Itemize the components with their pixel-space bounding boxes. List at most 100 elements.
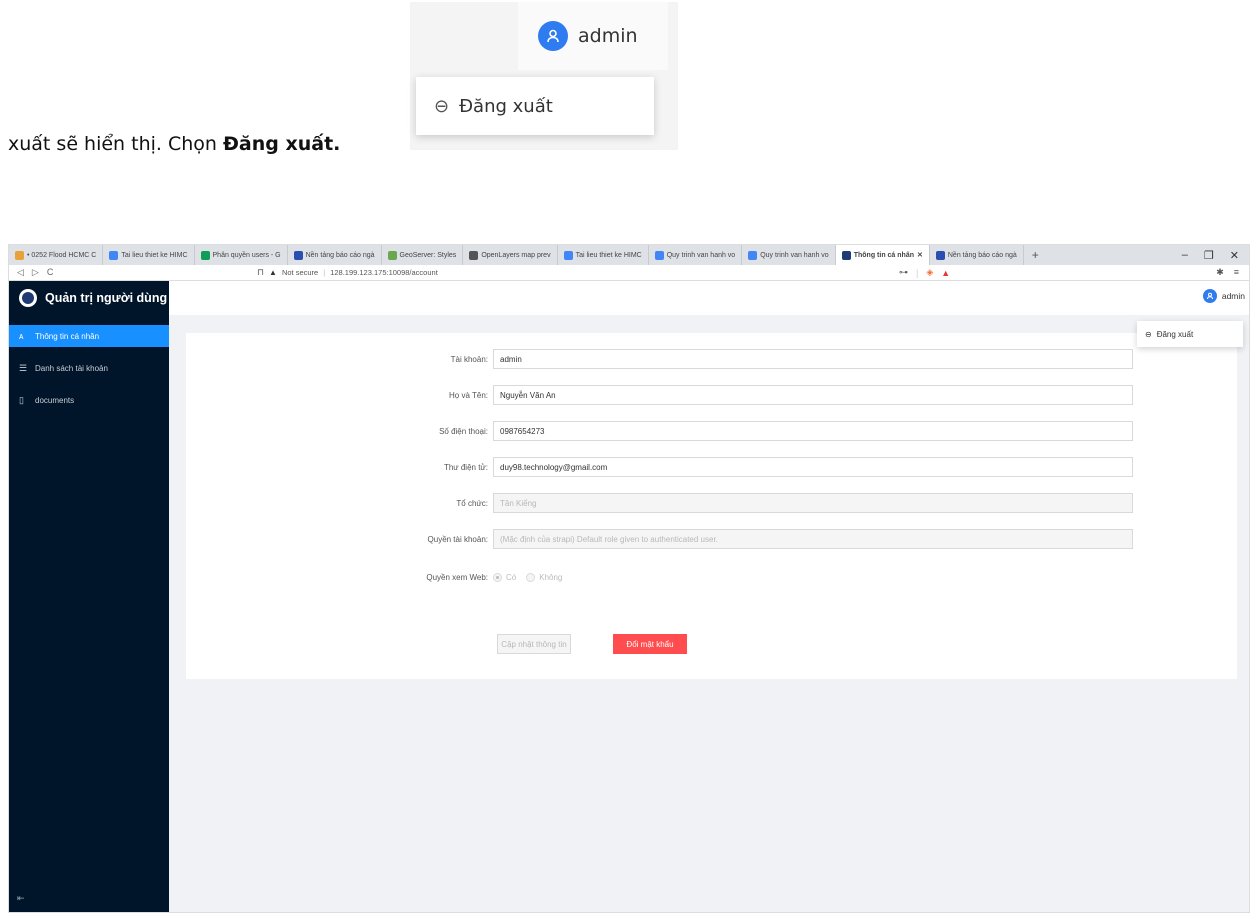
- close-window-icon[interactable]: ✕: [1230, 249, 1239, 262]
- tab-close-icon[interactable]: ✕: [917, 251, 923, 259]
- url-divider: |: [323, 268, 326, 277]
- file-icon: ▯: [19, 394, 24, 405]
- browser-tab[interactable]: GeoServer: Styles: [382, 245, 464, 265]
- browser-tab[interactable]: Tai lieu thiet ke HIMC: [558, 245, 649, 265]
- tab-favicon-icon: [469, 250, 479, 260]
- security-label: Not secure: [281, 268, 319, 277]
- browser-tools: ✱ ≡: [1216, 267, 1239, 278]
- back-icon[interactable]: ◁: [17, 267, 24, 278]
- tab-label: OpenLayers map prev: [481, 251, 551, 259]
- browser-tab[interactable]: Quy trinh van hanh vo: [742, 245, 836, 265]
- extensions-icon[interactable]: ✱: [1216, 267, 1224, 278]
- inset-user-menu[interactable]: admin: [518, 2, 668, 70]
- list-icon: ☰: [19, 362, 28, 373]
- key-icon[interactable]: ⊶: [899, 267, 908, 278]
- browser-tab[interactable]: Phân quyền users - G: [195, 245, 288, 265]
- browser-tab[interactable]: Nền tảng báo cáo ngà: [930, 245, 1024, 265]
- tab-favicon-icon: [109, 250, 119, 260]
- browser-tab[interactable]: Nền tảng báo cáo ngà: [288, 245, 382, 265]
- bookmark-icon[interactable]: ⊓: [257, 267, 264, 278]
- tab-label: Phân quyền users - G: [212, 251, 281, 259]
- account-field[interactable]: admin: [493, 349, 1133, 369]
- zoom-inset: admin ⊖ Đăng xuất: [410, 2, 678, 150]
- logo-icon: [19, 289, 37, 307]
- sidebar: Quản trị người dùng ᴀ Thông tin cá nhân ☰ D…: [9, 281, 169, 912]
- tab-label: Tai lieu thiet ke HIMC: [121, 251, 188, 259]
- user-icon: ᴀ: [19, 331, 24, 341]
- reload-icon[interactable]: C: [47, 267, 54, 278]
- phone-field[interactable]: 0987654273: [493, 421, 1133, 441]
- sidebar-item[interactable]: ᴀ Thông tin cá nhân: [9, 325, 169, 347]
- tab-label: Thông tin cá nhân: [853, 251, 914, 259]
- browser-tab[interactable]: OpenLayers map prev: [463, 245, 558, 265]
- collapse-icon[interactable]: ⇤: [17, 893, 25, 904]
- brave-rewards-icon[interactable]: ▲: [941, 268, 950, 278]
- app-root: Quản trị người dùng ᴀ Thông tin cá nhân ☰ D…: [9, 281, 1249, 912]
- name-row: Họ và Tên: Nguyễn Văn An: [186, 385, 1133, 405]
- sidebar-item[interactable]: ▯ documents: [9, 389, 169, 411]
- tab-favicon-icon: [935, 250, 945, 260]
- header-username: admin: [1221, 291, 1245, 301]
- tab-label: Quy trinh van hanh vo: [760, 251, 829, 259]
- browser-tab[interactable]: Tai lieu thiet ke HIMC: [103, 245, 195, 265]
- change-password-button[interactable]: Đổi mật khẩu: [613, 634, 687, 654]
- email-row: Thư điện tử: duy98.technology@gmail.com: [186, 457, 1133, 477]
- tab-label: GeoServer: Styles: [399, 251, 457, 259]
- sidebar-item[interactable]: ☰ Danh sách tài khoản: [9, 357, 169, 379]
- tab-label: • 0252 Flood HCMC C: [27, 251, 97, 259]
- logout-dropdown-item[interactable]: ⊖ Đăng xuất: [1137, 321, 1243, 347]
- sidebar-item-label: Thông tin cá nhân: [35, 331, 100, 341]
- email-label: Thư điện tử:: [443, 462, 488, 472]
- tab-favicon-icon: [563, 250, 573, 260]
- warning-icon: ▲: [269, 268, 277, 277]
- sidebar-item-label: Danh sách tài khoản: [35, 363, 108, 373]
- web-access-row: Quyền xem Web: Có Không: [186, 567, 562, 587]
- tab-label: Nền tảng báo cáo ngà: [305, 251, 375, 259]
- radio-unchecked-icon: [526, 572, 536, 582]
- tab-label: Quy trinh van hanh vo: [666, 251, 736, 259]
- web-access-label: Quyền xem Web:: [426, 572, 488, 582]
- browser-tab[interactable]: Thông tin cá nhân ✕: [835, 245, 930, 265]
- action-divider: |: [916, 267, 919, 278]
- app-logo: Quản trị người dùng: [9, 281, 169, 315]
- brave-shield-icon[interactable]: ◈: [926, 267, 933, 278]
- logout-icon: ⊖: [1145, 329, 1152, 339]
- restore-icon[interactable]: ❐: [1204, 249, 1214, 262]
- header-user-menu[interactable]: admin: [1202, 289, 1245, 303]
- phone-row: Số điện thoại: 0987654273: [186, 421, 1133, 441]
- tab-favicon-icon: [200, 250, 210, 260]
- url-field[interactable]: ⊓ ▲ Not secure | 128.199.123.175:10098/a…: [257, 267, 438, 278]
- role-row: Quyền tài khoản: (Mặc định của strapi) D…: [186, 529, 1133, 549]
- tab-favicon-icon: [15, 250, 24, 260]
- new-tab-icon[interactable]: +: [1024, 248, 1047, 262]
- inset-logout-item[interactable]: ⊖ Đăng xuất: [416, 77, 654, 135]
- minimize-icon[interactable]: –: [1182, 249, 1188, 262]
- instruction-text: xuất sẽ hiển thị. Chọn Đăng xuất.: [8, 133, 340, 155]
- menu-icon[interactable]: ≡: [1234, 267, 1239, 278]
- radio-no: Không: [526, 572, 563, 582]
- org-row: Tổ chức: Tân Kiểng: [186, 493, 1133, 513]
- browser-tab[interactable]: • 0252 Flood HCMC C: [9, 245, 104, 265]
- inset-logout-label: Đăng xuất: [459, 95, 553, 117]
- logout-icon: ⊖: [434, 95, 450, 117]
- tab-label: Nền tảng báo cáo ngà: [947, 251, 1017, 259]
- avatar-icon: [1202, 289, 1217, 303]
- forward-icon[interactable]: ▷: [32, 267, 39, 278]
- avatar-icon: [538, 21, 568, 51]
- tab-favicon-icon: [748, 250, 758, 260]
- browser-tab[interactable]: Quy trinh van hanh vo: [649, 245, 743, 265]
- address-actions: ⊶ | ◈ ▲: [899, 267, 950, 278]
- email-field[interactable]: duy98.technology@gmail.com: [493, 457, 1133, 477]
- phone-label: Số điện thoại:: [439, 426, 488, 436]
- tab-label: Tai lieu thiet ke HIMC: [575, 251, 642, 259]
- role-field: (Mặc định của strapi) Default role given…: [493, 529, 1133, 549]
- name-field[interactable]: Nguyễn Văn An: [493, 385, 1133, 405]
- org-field: Tân Kiểng: [493, 493, 1133, 513]
- sidebar-menu: ᴀ Thông tin cá nhân ☰ Danh sách tài khoản ▯ d…: [9, 325, 169, 411]
- org-label: Tổ chức:: [456, 498, 488, 508]
- radio-no-label: Không: [539, 572, 563, 582]
- address-bar: ◁ ▷ C ⊓ ▲ Not secure | 128.199.123.175:1…: [9, 265, 1249, 281]
- app-title: Quản trị người dùng: [45, 291, 168, 305]
- browser-screenshot: • 0252 Flood HCMC C Tai lieu thiet ke HIM…: [8, 244, 1250, 913]
- top-header: admin: [169, 281, 1249, 315]
